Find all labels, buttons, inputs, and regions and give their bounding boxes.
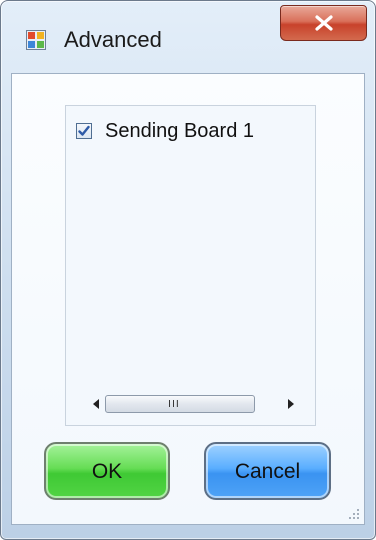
dialog-client-area: Sending Board 1 III OK Cancel [11,73,365,525]
scroll-left-arrow-icon[interactable] [93,399,99,409]
list-item-label: Sending Board 1 [105,119,255,142]
resize-grip-icon[interactable] [348,508,360,520]
window-title: Advanced [64,27,162,52]
list-item[interactable]: Sending Board 1 [76,118,254,144]
sending-board-list[interactable]: Sending Board 1 III [65,105,316,426]
app-window-icon [26,30,46,50]
cancel-button[interactable]: Cancel [204,442,331,500]
sending-board-checkbox[interactable] [76,123,92,139]
scrollbar-grip: III [168,399,180,410]
horizontal-scrollbar[interactable]: III [85,395,307,414]
ok-button[interactable]: OK [44,442,170,500]
title-bar[interactable]: Advanced [1,1,375,73]
dialog-window: Advanced Sending Board 1 III OK Cancel [0,0,376,540]
checkmark-icon [78,125,90,136]
scrollbar-thumb[interactable]: III [105,395,255,413]
close-x-icon [315,15,333,31]
close-button[interactable] [280,5,367,41]
scroll-right-arrow-icon[interactable] [288,399,294,409]
